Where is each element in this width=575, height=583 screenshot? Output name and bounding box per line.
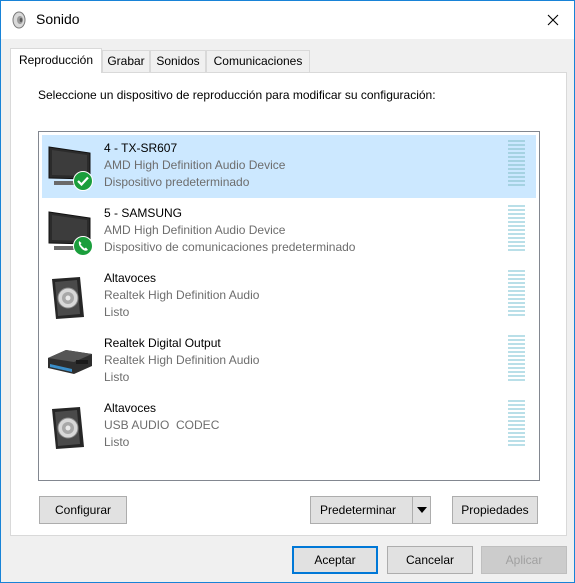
accept-button-label: Aceptar — [314, 553, 356, 567]
default-check-icon — [73, 171, 93, 191]
monitor-icon — [46, 145, 96, 191]
configure-button-label: Configurar — [54, 503, 112, 517]
level-meter — [508, 400, 525, 450]
sound-dialog: Sonido Reproducción Grabar Sonidos Comun… — [0, 0, 575, 583]
device-driver: Realtek High Definition Audio — [104, 353, 260, 367]
device-item-altavoces-realtek[interactable]: Altavoces Realtek High Definition Audio … — [42, 265, 536, 328]
level-meter — [508, 270, 525, 320]
apply-button-label: Aplicar — [505, 553, 543, 567]
properties-button[interactable]: Propiedades — [452, 496, 538, 524]
receiver-icon — [46, 340, 96, 386]
device-status: Dispositivo de comunicaciones predetermi… — [104, 240, 356, 254]
device-driver: AMD High Definition Audio Device — [104, 223, 286, 237]
level-meter — [508, 140, 525, 190]
device-status: Listo — [104, 435, 130, 449]
speaker-icon — [46, 405, 96, 451]
device-status: Dispositivo predeterminado — [104, 175, 250, 189]
window-title: Sonido — [36, 11, 80, 27]
tab-recording[interactable]: Grabar — [102, 50, 150, 72]
title-bar[interactable]: Sonido — [1, 1, 574, 39]
properties-button-label: Propiedades — [461, 503, 529, 517]
device-name: Altavoces — [104, 401, 157, 415]
monitor-icon — [46, 210, 96, 256]
close-icon — [547, 14, 559, 26]
set-default-button-label: Predeterminar — [320, 503, 397, 517]
device-item-samsung[interactable]: 5 - SAMSUNG AMD High Definition Audio De… — [42, 200, 536, 263]
chevron-down-icon — [416, 507, 427, 513]
level-meter — [508, 335, 525, 385]
speaker-app-icon — [11, 11, 27, 29]
tab-communications[interactable]: Comunicaciones — [206, 50, 310, 72]
device-item-tx-sr607[interactable]: 4 - TX-SR607 AMD High Definition Audio D… — [42, 135, 536, 198]
device-status: Listo — [104, 305, 130, 319]
device-driver: USB AUDIO CODEC — [104, 418, 220, 432]
cancel-button-label: Cancelar — [405, 553, 455, 567]
device-name: 5 - SAMSUNG — [104, 206, 183, 220]
tab-playback[interactable]: Reproducción — [10, 48, 102, 73]
tab-strip: Reproducción Grabar Sonidos Comunicacion… — [10, 48, 570, 73]
device-status: Listo — [104, 370, 130, 384]
tab-sounds[interactable]: Sonidos — [150, 50, 206, 72]
device-item-altavoces-usb[interactable]: Altavoces USB AUDIO CODEC Listo — [42, 395, 536, 458]
tab-panel: Seleccione un dispositivo de reproducció… — [10, 72, 567, 536]
speaker-icon — [46, 275, 96, 321]
device-item-realtek-digital-output[interactable]: Realtek Digital Output Realtek High Defi… — [42, 330, 536, 393]
set-default-button[interactable]: Predeterminar — [310, 496, 431, 524]
apply-button[interactable]: Aplicar — [481, 546, 567, 574]
device-driver: AMD High Definition Audio Device — [104, 158, 286, 172]
device-name: Altavoces — [104, 271, 157, 285]
cancel-button[interactable]: Cancelar — [387, 546, 473, 574]
configure-button[interactable]: Configurar — [39, 496, 127, 524]
close-button[interactable] — [532, 1, 574, 39]
device-name: 4 - TX-SR607 — [104, 141, 178, 155]
device-driver: Realtek High Definition Audio — [104, 288, 260, 302]
accept-button[interactable]: Aceptar — [292, 546, 378, 574]
instruction-text: Seleccione un dispositivo de reproducció… — [38, 88, 436, 102]
device-list[interactable]: 4 - TX-SR607 AMD High Definition Audio D… — [38, 131, 540, 481]
set-default-dropdown[interactable] — [412, 497, 430, 523]
phone-badge-icon — [73, 236, 93, 256]
level-meter — [508, 205, 525, 255]
device-name: Realtek Digital Output — [104, 336, 221, 350]
